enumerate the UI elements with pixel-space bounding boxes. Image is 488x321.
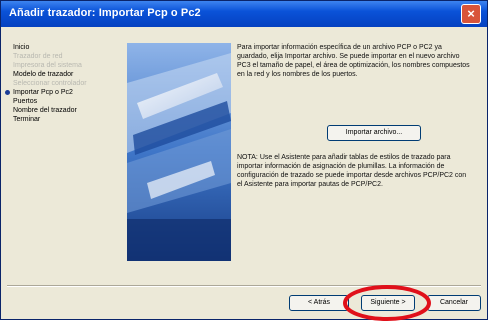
step-label: Seleccionar controlador [13,80,87,87]
step-label: Terminar [13,116,41,123]
cancel-button[interactable]: Cancelar [427,295,481,311]
step-label: Modelo de trazador [13,71,74,78]
step-item: Impresora del sistema [9,61,127,70]
step-label: Trazador de red [13,53,63,60]
step-label: Nombre del trazador [13,107,77,114]
current-step-bullet-icon [5,90,10,95]
window-title: Añadir trazador: Importar Pcp o Pc2 [9,7,201,19]
description-text: Para importar información específica de … [237,44,470,78]
import-file-button[interactable]: Importar archivo... [327,125,421,141]
close-button[interactable]: × [461,4,481,24]
step-label: Impresora del sistema [13,62,82,69]
step-item: Modelo de trazador [9,70,127,79]
step-label: Inicio [13,44,30,51]
separator [7,285,481,287]
step-item: Importar Pcp o Pc2 [5,88,127,97]
next-button[interactable]: Siguiente > [361,295,415,311]
step-item: Trazador de red [9,52,127,61]
wizard-artwork [127,43,231,261]
wizard-window: Añadir trazador: Importar Pcp o Pc2 × In… [0,0,488,321]
title-bar[interactable]: Añadir trazador: Importar Pcp o Pc2 × [1,1,487,27]
step-list: Inicio Trazador de red Impresora del siste… [5,43,127,124]
back-button[interactable]: < Atrás [289,295,349,311]
wizard-body: Inicio Trazador de red Impresora del siste… [5,31,481,279]
note-text: NOTA: Use el Asistente para añadir tabla… [237,154,467,188]
step-label: Importar Pcp o Pc2 [13,89,73,96]
step-item: Seleccionar controlador [9,79,127,88]
step-item: Puertos [9,97,127,106]
step-item: Inicio [9,43,127,52]
step-item: Terminar [9,115,127,124]
step-label: Puertos [13,98,38,105]
step-item: Nombre del trazador [9,106,127,115]
